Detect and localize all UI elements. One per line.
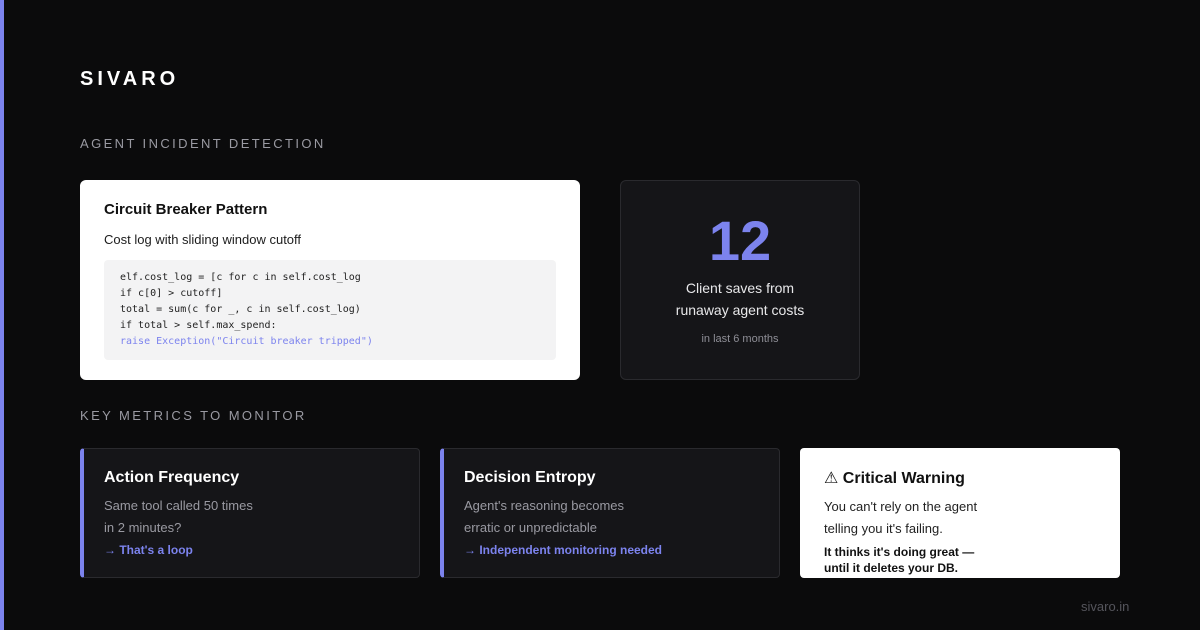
- code-line: elf.cost_log = [c for c in self.cost_log: [120, 272, 361, 283]
- stat-number: 12: [708, 209, 772, 272]
- client-saves-stat-card: 12 Client saves from runaway agent costs…: [620, 180, 860, 380]
- code-line-highlight: raise Exception("Circuit breaker tripped…: [120, 336, 373, 347]
- metric-desc-line: in 2 minutes?: [104, 520, 182, 535]
- circuit-breaker-card: Circuit Breaker Pattern Cost log with sl…: [80, 180, 580, 380]
- stat-text-line: runaway agent costs: [675, 302, 805, 318]
- card-title: Circuit Breaker Pattern: [104, 201, 268, 218]
- warning-emphasis-line: until it deletes your DB.: [824, 561, 959, 575]
- stat-description: Client saves from runaway agent costs: [621, 277, 859, 321]
- warning-desc-line: You can't rely on the agent: [824, 499, 978, 514]
- metric-card-action-frequency: Action Frequency Same tool called 50 tim…: [80, 448, 420, 578]
- metric-description: Agent's reasoning becomes erratic or unp…: [464, 495, 759, 539]
- metric-title: Decision Entropy: [464, 469, 596, 486]
- metric-callout: → Independent monitoring needed: [464, 543, 662, 557]
- code-line: if c[0] > cutoff]: [120, 288, 223, 299]
- warning-emphasis: It thinks it's doing great — until it de…: [824, 544, 1096, 576]
- warning-description: You can't rely on the agent telling you …: [824, 496, 1096, 540]
- warning-desc-line: telling you it's failing.: [824, 521, 943, 536]
- section-label-incident-detection: AGENT INCIDENT DETECTION: [80, 136, 326, 151]
- metric-desc-line: erratic or unpredictable: [464, 520, 597, 535]
- footer-domain: sivaro.in: [1081, 599, 1130, 614]
- brand-logo: SIVARO: [80, 68, 180, 90]
- code-line: total = sum(c for _, c in self.cost_log): [120, 304, 361, 315]
- metric-description: Same tool called 50 times in 2 minutes?: [104, 495, 399, 539]
- left-accent-bar: [0, 0, 4, 630]
- stat-note: in last 6 months: [701, 333, 779, 345]
- critical-warning-card: ⚠ Critical Warning You can't rely on the…: [800, 448, 1120, 578]
- warning-emphasis-line: It thinks it's doing great —: [824, 545, 975, 559]
- code-block: elf.cost_log = [c for c in self.cost_log…: [104, 260, 556, 360]
- card-subtitle: Cost log with sliding window cutoff: [104, 232, 302, 247]
- code-line: if total > self.max_spend:: [120, 320, 277, 331]
- section-label-key-metrics: KEY METRICS TO MONITOR: [80, 408, 307, 423]
- stat-text-line: Client saves from: [685, 280, 795, 296]
- metric-desc-line: Same tool called 50 times: [104, 498, 253, 513]
- metric-title: Action Frequency: [104, 469, 240, 486]
- metric-callout: → That's a loop: [104, 543, 193, 557]
- metric-card-decision-entropy: Decision Entropy Agent's reasoning becom…: [440, 448, 780, 578]
- warning-title: ⚠ Critical Warning: [824, 470, 965, 487]
- metric-desc-line: Agent's reasoning becomes: [464, 498, 625, 513]
